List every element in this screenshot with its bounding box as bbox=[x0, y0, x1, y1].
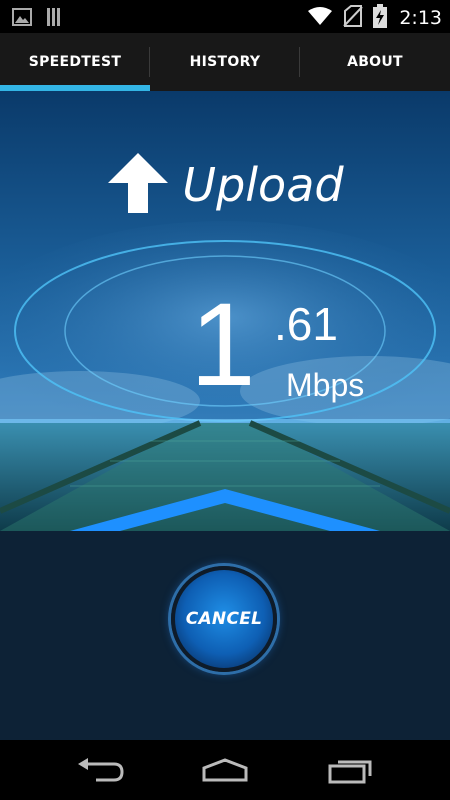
tab-label: SPEEDTEST bbox=[28, 54, 122, 70]
no-sim-icon bbox=[343, 5, 364, 31]
tab-label: ABOUT bbox=[347, 54, 403, 70]
tab-about[interactable]: ABOUT bbox=[300, 33, 450, 91]
clock: 2:13 bbox=[399, 7, 442, 29]
sdcard-icon bbox=[46, 7, 62, 31]
cancel-button-label: CANCEL bbox=[185, 609, 263, 629]
tab-speedtest[interactable]: SPEEDTEST bbox=[0, 33, 150, 91]
title-row: Upload bbox=[0, 151, 450, 219]
tab-label: HISTORY bbox=[189, 54, 261, 70]
navigation-bar bbox=[0, 740, 450, 800]
battery-charging-icon bbox=[373, 4, 388, 32]
status-bar: 2:13 bbox=[0, 0, 450, 33]
wifi-icon bbox=[307, 6, 333, 30]
speed-gauge-scene: Upload 1 .61 Mbps bbox=[0, 91, 450, 531]
cancel-button[interactable]: CANCEL bbox=[171, 566, 277, 672]
gallery-icon bbox=[12, 8, 32, 30]
back-icon[interactable] bbox=[76, 756, 126, 784]
upload-arrow-icon bbox=[106, 151, 170, 219]
tab-bar: SPEEDTEST HISTORY ABOUT bbox=[0, 33, 450, 91]
tab-history[interactable]: HISTORY bbox=[150, 33, 300, 91]
speed-integer: 1 bbox=[190, 279, 256, 411]
recents-icon[interactable] bbox=[326, 756, 376, 784]
speed-unit: Mbps bbox=[286, 367, 365, 403]
test-direction-label: Upload bbox=[182, 158, 344, 212]
home-icon[interactable] bbox=[200, 756, 250, 784]
speed-fraction: .61 bbox=[274, 298, 338, 350]
